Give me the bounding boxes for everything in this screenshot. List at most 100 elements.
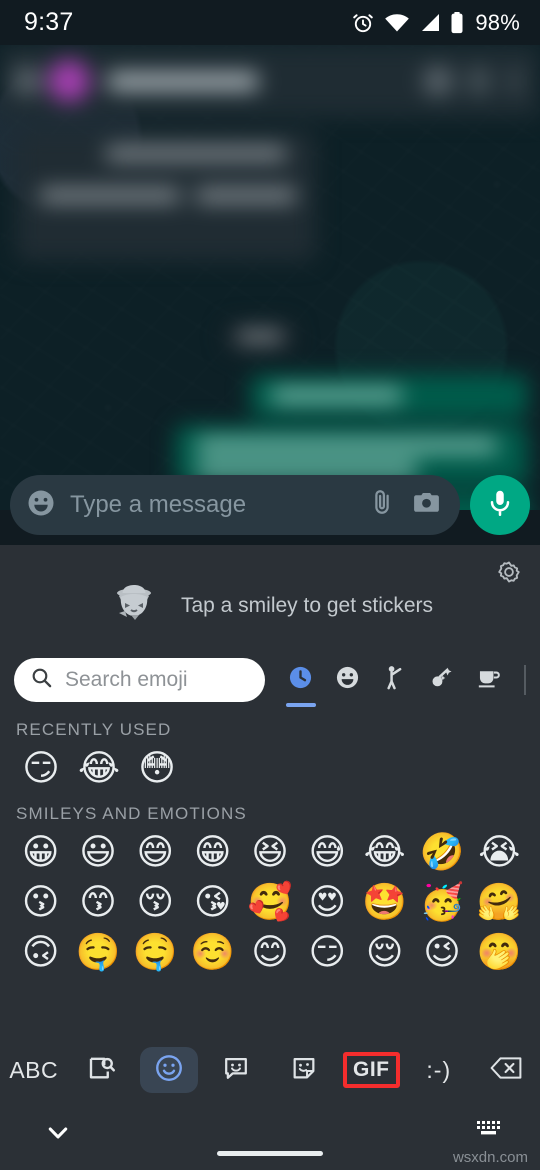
- category-tab-people[interactable]: [371, 651, 418, 709]
- keyboard-icon[interactable]: [476, 1120, 502, 1145]
- emoji-cell[interactable]: 😃: [69, 828, 126, 878]
- cowboy-cat-sticker[interactable]: [107, 579, 161, 633]
- wifi-icon: [384, 13, 410, 33]
- emoji-cell[interactable]: 🤭: [471, 928, 528, 978]
- status-icon-group: 98%: [351, 10, 520, 36]
- sticker-suggestion-text: Tap a smiley to get stickers: [180, 594, 434, 617]
- emoji-cell[interactable]: 😘: [184, 878, 241, 928]
- chevron-down-icon[interactable]: [44, 1122, 72, 1149]
- paperclip-icon[interactable]: [367, 488, 397, 523]
- emoji-cell[interactable]: 😅: [299, 828, 356, 878]
- status-time: 9:37: [24, 8, 74, 36]
- emoji-row: 😀 😃 😄 😁 😆 😅 😂 🤣 😭: [0, 828, 540, 878]
- emoji-cell[interactable]: 😏: [299, 928, 356, 978]
- emoji-cell[interactable]: 😊: [241, 928, 298, 978]
- emoji-cell[interactable]: 🥳: [413, 878, 470, 928]
- clock-icon: [287, 664, 314, 696]
- emoji-cell[interactable]: 😚: [127, 878, 184, 928]
- signal-icon: [419, 13, 441, 33]
- phone-call-icon[interactable]: [469, 68, 489, 94]
- emoji-cell[interactable]: 🤤: [127, 928, 184, 978]
- emoji-cell[interactable]: ☺️: [184, 928, 241, 978]
- sticker-square-icon: [290, 1054, 318, 1087]
- emoji-cell[interactable]: 😏: [12, 744, 70, 794]
- emoji-cell[interactable]: 😀: [12, 828, 69, 878]
- emoji-cell[interactable]: 😉: [413, 928, 470, 978]
- sticker-suggestion-bar: Tap a smiley to get stickers: [0, 545, 540, 650]
- stickers-button[interactable]: [270, 1040, 338, 1100]
- emoji-cell[interactable]: 🙃: [12, 928, 69, 978]
- avatar[interactable]: [48, 60, 90, 102]
- gif-highlight-box: GIF: [343, 1052, 400, 1088]
- alarm-icon: [351, 11, 375, 35]
- emoji-keyboard-panel: Tap a smiley to get stickers Search emoj…: [0, 545, 540, 1170]
- emoji-cell[interactable]: 🤗: [471, 878, 528, 928]
- emoji-cell[interactable]: 😗: [12, 878, 69, 928]
- emoticon-label: :-): [426, 1056, 452, 1083]
- system-navigation-bar: wsxdn.com: [0, 1100, 540, 1170]
- emoji-cell[interactable]: 😙: [69, 878, 126, 928]
- emoji-smiley-icon[interactable]: [26, 488, 56, 523]
- emoji-cell[interactable]: 😍: [299, 878, 356, 928]
- contact-name: [108, 72, 258, 90]
- gear-icon[interactable]: [496, 559, 522, 590]
- search-input[interactable]: Search emoji: [65, 668, 188, 692]
- watermark-text: wsxdn.com: [452, 1149, 528, 1166]
- cup-icon: [475, 664, 502, 696]
- voice-record-button[interactable]: [470, 475, 530, 535]
- message-input[interactable]: Type a message: [70, 491, 353, 519]
- category-tab-animals-nature[interactable]: [418, 651, 465, 709]
- emoji-cell[interactable]: 😆: [241, 828, 298, 878]
- emoji-search-box[interactable]: Search emoji: [14, 658, 265, 702]
- message-input-container[interactable]: Type a message: [10, 475, 460, 535]
- emoji-cell[interactable]: 😂: [356, 828, 413, 878]
- category-tab-recent[interactable]: [277, 651, 324, 709]
- video-call-icon[interactable]: [423, 66, 453, 96]
- chat-header[interactable]: [0, 45, 540, 117]
- emoji-kitchen-button[interactable]: [203, 1040, 271, 1100]
- battery-icon: [450, 11, 464, 34]
- emoji-cell[interactable]: 🤤: [69, 928, 126, 978]
- emoji-cell[interactable]: 😳: [128, 744, 186, 794]
- emoji-button[interactable]: [135, 1040, 203, 1100]
- emoji-search-and-categories-row: Search emoji: [0, 650, 540, 710]
- emoji-cell[interactable]: 😁: [184, 828, 241, 878]
- gif-button[interactable]: GIF: [338, 1040, 406, 1100]
- home-pill[interactable]: [217, 1151, 323, 1156]
- status-bar: 9:37 98%: [0, 0, 540, 45]
- blurred-content-layer: [0, 45, 540, 510]
- animals-nature-icon: [428, 664, 455, 696]
- image-search-button[interactable]: [68, 1040, 136, 1100]
- microphone-icon: [485, 488, 515, 523]
- message-compose-bar: Type a message: [0, 465, 540, 545]
- emoji-cell[interactable]: 😂: [70, 744, 128, 794]
- backspace-icon: [489, 1055, 523, 1086]
- overflow-menu-icon[interactable]: [511, 67, 520, 95]
- phone-screen: 9:37 98% Type a message Tap a smiley to …: [0, 0, 540, 1170]
- emoji-cell[interactable]: 😌: [356, 928, 413, 978]
- abc-label: ABC: [9, 1056, 59, 1083]
- active-tab-underline: [286, 703, 316, 707]
- emoji-row: 😗 😙 😚 😘 🥰 😍 🤩 🥳 🤗: [0, 878, 540, 928]
- camera-icon[interactable]: [411, 487, 442, 523]
- sticker-bubble-icon: [222, 1054, 250, 1087]
- chat-conversation-area: [0, 45, 540, 510]
- emoji-cell[interactable]: 🤣: [413, 828, 470, 878]
- emoji-cell[interactable]: 🥰: [241, 878, 298, 928]
- message-bubble-outgoing: [250, 375, 528, 417]
- back-arrow-icon[interactable]: [14, 68, 40, 94]
- emoticon-button[interactable]: :-): [405, 1040, 473, 1100]
- category-tab-food-drink[interactable]: [465, 651, 512, 709]
- keyboard-bottom-toolbar: ABC GIF:-): [0, 1040, 540, 1100]
- category-tab-smileys[interactable]: [324, 651, 371, 709]
- emoji-row-recent: 😏 😂 😳: [0, 744, 540, 794]
- backspace-button[interactable]: [473, 1040, 540, 1100]
- person-waving-icon: [381, 664, 408, 696]
- emoji-cell[interactable]: 🤩: [356, 878, 413, 928]
- category-divider: [524, 665, 526, 695]
- emoji-category-tabs: [277, 651, 526, 709]
- emoji-cell[interactable]: 😄: [127, 828, 184, 878]
- emoji-smiley-icon: [154, 1053, 184, 1088]
- abc-button[interactable]: ABC: [0, 1040, 68, 1100]
- emoji-cell[interactable]: 😭: [471, 828, 528, 878]
